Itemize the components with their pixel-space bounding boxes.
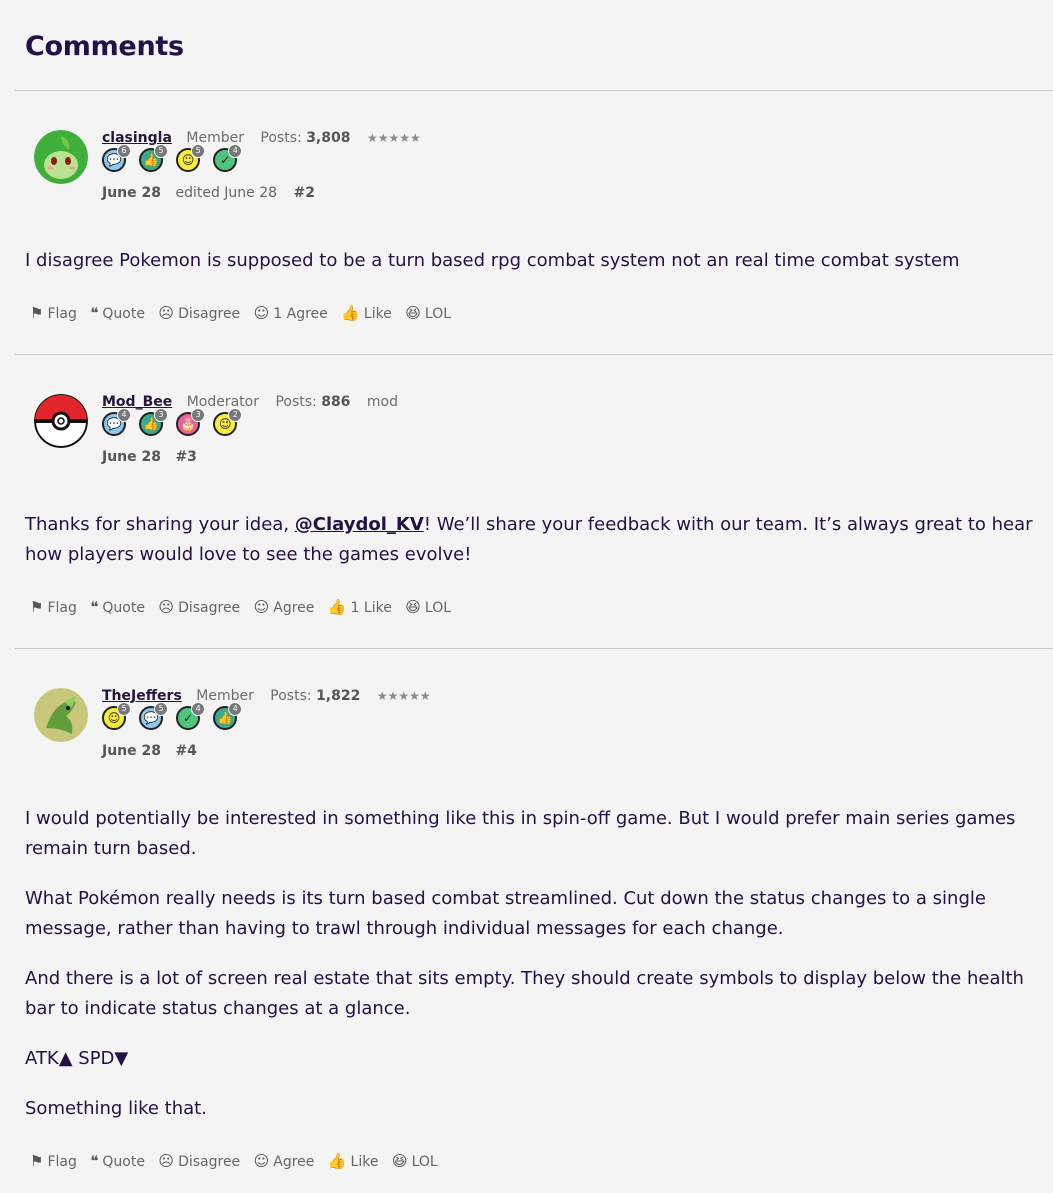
post-date[interactable]: June 28	[102, 743, 161, 759]
thumbs-up-badge-icon[interactable]: 👍 4	[213, 702, 243, 730]
username-link[interactable]: TheJeffers	[102, 688, 182, 704]
comment-badge-icon[interactable]: 💬 6	[102, 144, 131, 172]
smile-badge-icon[interactable]: ☺ 5	[102, 702, 131, 730]
thumbs-up-icon: 👍	[327, 1152, 347, 1170]
quote-button[interactable]: ❝ Quote	[90, 1152, 145, 1170]
disagree-button[interactable]: ☹ Disagree	[158, 598, 240, 616]
posts-count: 3,808	[306, 130, 351, 146]
frown-icon: ☹	[158, 304, 175, 322]
post-date[interactable]: June 28	[102, 185, 161, 201]
flag-icon: ⚑	[30, 1152, 44, 1170]
disagree-button[interactable]: ☹ Disagree	[158, 304, 240, 322]
divider	[15, 648, 1053, 649]
frown-icon: ☹	[158, 598, 175, 616]
comments-heading: Comments	[25, 31, 184, 62]
flag-icon: ⚑	[30, 598, 44, 616]
frown-icon: ☹	[158, 1152, 175, 1170]
thumbs-up-badge-icon[interactable]: 👍 5	[139, 144, 169, 172]
smile-badge-icon[interactable]: ☺ 5	[176, 144, 206, 172]
paragraph: What Pokémon really needs is its turn ba…	[25, 888, 986, 939]
post-number[interactable]: #2	[294, 185, 315, 201]
badges: 💬 6 👍 5 ☺ 5 ✓ 4	[102, 144, 245, 176]
reaction-bar: ⚑ Flag ❝ Quote ☹ Disagree ☺ 1 Agree 👍 Like 😆 L…	[30, 304, 460, 322]
user-tag: mod	[366, 394, 398, 410]
quote-button[interactable]: ❝ Quote	[90, 598, 145, 616]
comment-body: I would potentially be interested in som…	[25, 804, 1035, 1144]
avatar-mod-bee[interactable]	[34, 394, 88, 448]
avatar-clasingla[interactable]	[34, 130, 88, 184]
paragraph: Something like that.	[25, 1098, 207, 1119]
quote-icon: ❝	[90, 304, 99, 322]
flag-button[interactable]: ⚑ Flag	[30, 598, 77, 616]
agree-button[interactable]: ☺ Agree	[254, 598, 315, 616]
paragraph: Thanks for sharing your idea, @Claydol_K…	[25, 514, 1033, 565]
smile-icon: ☺	[253, 598, 270, 616]
cake-badge-icon[interactable]: 🎂 3	[176, 408, 206, 436]
laugh-icon: 😆	[405, 304, 421, 322]
paragraph: And there is a lot of screen real estate…	[25, 968, 1024, 1019]
wink-badge-icon[interactable]: 😉 2	[213, 408, 243, 436]
comment-body: Thanks for sharing your idea, @Claydol_K…	[25, 510, 1035, 590]
comments-page: Comments clasingla Member Posts: 3,808 ★…	[0, 0, 1053, 1193]
posts-label: Posts:	[260, 130, 302, 146]
comment-badge-icon[interactable]: 💬 4	[102, 408, 131, 436]
paragraph: ATK▲ SPD▼	[25, 1048, 129, 1069]
lol-button[interactable]: 😆 LOL	[405, 304, 451, 322]
posts-label: Posts:	[275, 394, 317, 410]
rank-stars: ★★★★★	[366, 131, 421, 145]
check-badge-icon[interactable]: ✓ 4	[176, 702, 206, 730]
agree-button[interactable]: ☺ 1 Agree	[254, 304, 328, 322]
smile-icon: ☺	[253, 304, 270, 322]
paragraph: I disagree Pokemon is supposed to be a t…	[25, 250, 960, 271]
divider	[15, 90, 1053, 91]
reaction-bar: ⚑ Flag ❝ Quote ☹ Disagree ☺ Agree 👍 Like 😆 LOL	[30, 1152, 447, 1170]
thumbs-up-icon: 👍	[327, 598, 347, 616]
thumbs-up-badge-icon[interactable]: 👍 3	[139, 408, 169, 436]
avatar-thejeffers[interactable]	[34, 688, 88, 742]
reaction-bar: ⚑ Flag ❝ Quote ☹ Disagree ☺ Agree 👍 1 Like 😆 L…	[30, 598, 460, 616]
comment-badge-icon[interactable]: 💬 5	[139, 702, 169, 730]
like-button[interactable]: 👍 1 Like	[328, 598, 392, 616]
flag-button[interactable]: ⚑ Flag	[30, 304, 77, 322]
like-button[interactable]: 👍 Like	[341, 304, 392, 322]
date-line: June 28 #4	[102, 743, 197, 759]
lol-button[interactable]: 😆 LOL	[405, 598, 451, 616]
quote-button[interactable]: ❝ Quote	[90, 304, 145, 322]
thumbs-up-icon: 👍	[341, 304, 360, 322]
badges: ☺ 5 💬 5 ✓ 4 👍 4	[102, 702, 245, 734]
post-number[interactable]: #4	[175, 743, 196, 759]
edited-date: edited June 28	[175, 185, 278, 201]
flag-icon: ⚑	[30, 304, 44, 322]
posts-count: 886	[321, 394, 351, 410]
author-line: TheJeffers Member Posts: 1,822 ★★★★★	[102, 688, 431, 704]
like-button[interactable]: 👍 Like	[328, 1152, 379, 1170]
author-line: clasingla Member Posts: 3,808 ★★★★★	[102, 130, 421, 146]
divider	[15, 354, 1053, 355]
posts-label: Posts:	[270, 688, 312, 704]
date-line: June 28 edited June 28 #2	[102, 185, 315, 201]
laugh-icon: 😆	[405, 598, 421, 616]
smile-icon: ☺	[253, 1152, 270, 1170]
posts-count: 1,822	[316, 688, 361, 704]
quote-icon: ❝	[90, 1152, 99, 1170]
mention-link[interactable]: @Claydol_KV	[295, 514, 424, 535]
date-line: June 28 #3	[102, 449, 197, 465]
agree-button[interactable]: ☺ Agree	[254, 1152, 315, 1170]
flag-button[interactable]: ⚑ Flag	[30, 1152, 77, 1170]
user-role: Member	[196, 688, 254, 704]
laugh-icon: 😆	[391, 1152, 408, 1170]
comment-body: I disagree Pokemon is supposed to be a t…	[25, 246, 1035, 296]
lol-button[interactable]: 😆 LOL	[392, 1152, 438, 1170]
paragraph: I would potentially be interested in som…	[25, 808, 1016, 859]
post-number[interactable]: #3	[175, 449, 196, 465]
disagree-button[interactable]: ☹ Disagree	[158, 1152, 240, 1170]
rank-stars: ★★★★★	[376, 689, 431, 703]
quote-icon: ❝	[90, 598, 99, 616]
author-line: Mod_Bee Moderator Posts: 886 mod	[102, 394, 398, 410]
badges: 💬 4 👍 3 🎂 3 😉 2	[102, 408, 245, 440]
check-badge-icon[interactable]: ✓ 4	[213, 144, 243, 172]
post-date[interactable]: June 28	[102, 449, 161, 465]
